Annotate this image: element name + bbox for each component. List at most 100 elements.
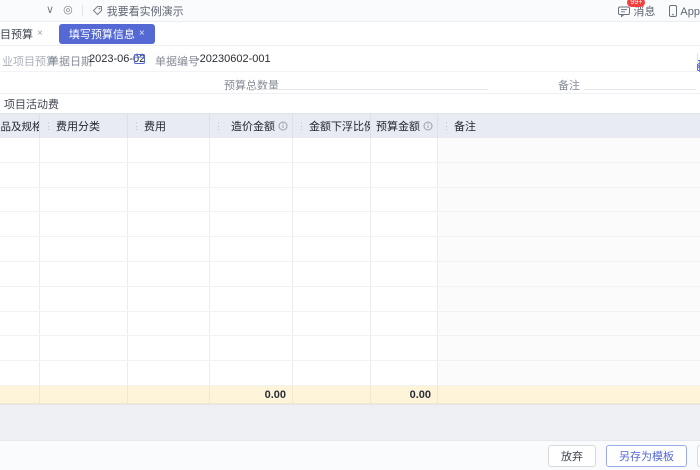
- table-cell[interactable]: [40, 312, 128, 336]
- table-cell[interactable]: [438, 188, 700, 212]
- target-icon[interactable]: ◎: [63, 5, 73, 16]
- column-header-budget-amount[interactable]: ⋮ 预算金额: [371, 114, 438, 138]
- table-cell[interactable]: [438, 237, 700, 261]
- number-value[interactable]: -20230602-001: [196, 53, 271, 65]
- chevron-down-icon[interactable]: ∨: [46, 5, 54, 16]
- table-cell[interactable]: [438, 163, 700, 187]
- table-cell[interactable]: [438, 312, 700, 336]
- table-cell[interactable]: [0, 262, 40, 286]
- table-cell[interactable]: [210, 237, 293, 261]
- table-cell[interactable]: [371, 138, 438, 162]
- drag-handle-icon[interactable]: ⋮: [214, 122, 223, 131]
- column-header-amount-float-ratio[interactable]: ⋮ 金额下浮比例...: [293, 114, 371, 138]
- table-cell[interactable]: [0, 336, 40, 360]
- table-cell[interactable]: [293, 138, 371, 162]
- table-cell[interactable]: [210, 138, 293, 162]
- table-cell[interactable]: [371, 237, 438, 261]
- column-header-cost-amount[interactable]: ⋮ 造价金额: [210, 114, 293, 138]
- drag-handle-icon[interactable]: ⋮: [132, 122, 141, 131]
- close-icon[interactable]: ×: [37, 28, 43, 39]
- table-cell[interactable]: [293, 262, 371, 286]
- table-cell[interactable]: [128, 312, 210, 336]
- table-row[interactable]: [0, 138, 700, 163]
- tab-fill-budget-info[interactable]: 填写预算信息 ×: [59, 24, 155, 44]
- table-cell[interactable]: [210, 188, 293, 212]
- table-cell[interactable]: [0, 138, 40, 162]
- table-row[interactable]: [0, 188, 700, 213]
- table-cell[interactable]: [293, 237, 371, 261]
- drag-handle-icon[interactable]: ⋮: [297, 122, 306, 131]
- save-as-template-button[interactable]: 另存为模板: [606, 445, 687, 467]
- column-header-expense-category[interactable]: ⋮ 费用分类: [40, 114, 128, 138]
- tab-project-budget[interactable]: 目预算 ×: [0, 26, 45, 42]
- table-cell[interactable]: [293, 163, 371, 187]
- table-cell[interactable]: [210, 212, 293, 236]
- table-cell[interactable]: [128, 262, 210, 286]
- table-cell[interactable]: [0, 237, 40, 261]
- table-cell[interactable]: [438, 138, 700, 162]
- table-row[interactable]: [0, 212, 700, 237]
- table-cell[interactable]: [371, 287, 438, 311]
- discard-button[interactable]: 放弃: [548, 445, 596, 467]
- table-cell[interactable]: [40, 287, 128, 311]
- table-cell[interactable]: [371, 188, 438, 212]
- table-cell[interactable]: [40, 237, 128, 261]
- table-cell[interactable]: [438, 287, 700, 311]
- table-cell[interactable]: [128, 212, 210, 236]
- remark-input[interactable]: [584, 74, 696, 90]
- table-cell[interactable]: [371, 212, 438, 236]
- table-cell[interactable]: [210, 312, 293, 336]
- table-cell[interactable]: [438, 262, 700, 286]
- calendar-icon[interactable]: [134, 53, 145, 64]
- table-cell[interactable]: [0, 287, 40, 311]
- table-cell[interactable]: [128, 237, 210, 261]
- drag-handle-icon[interactable]: ⋮: [44, 122, 53, 131]
- table-cell[interactable]: [0, 361, 40, 385]
- table-cell[interactable]: [128, 287, 210, 311]
- table-cell[interactable]: [371, 262, 438, 286]
- info-icon[interactable]: [278, 121, 288, 131]
- table-cell[interactable]: [210, 262, 293, 286]
- table-cell[interactable]: [293, 212, 371, 236]
- drag-handle-icon[interactable]: ⋮: [442, 122, 451, 131]
- table-cell[interactable]: [293, 287, 371, 311]
- table-cell[interactable]: [0, 188, 40, 212]
- table-cell[interactable]: [128, 361, 210, 385]
- messages-button[interactable]: 消息 99+: [618, 3, 655, 19]
- close-icon[interactable]: ×: [139, 28, 145, 39]
- table-row[interactable]: [0, 361, 700, 386]
- table-cell[interactable]: [128, 336, 210, 360]
- table-row[interactable]: [0, 287, 700, 312]
- table-cell[interactable]: [293, 188, 371, 212]
- table-cell[interactable]: [0, 163, 40, 187]
- table-cell[interactable]: [0, 212, 40, 236]
- table-cell[interactable]: [438, 361, 700, 385]
- table-cell[interactable]: [40, 336, 128, 360]
- table-cell[interactable]: [40, 188, 128, 212]
- table-cell[interactable]: [293, 361, 371, 385]
- table-cell[interactable]: [40, 212, 128, 236]
- table-cell[interactable]: [293, 336, 371, 360]
- table-cell[interactable]: [40, 361, 128, 385]
- table-row[interactable]: [0, 262, 700, 287]
- table-cell[interactable]: [128, 163, 210, 187]
- demo-link[interactable]: 我要看实例演示: [92, 3, 184, 19]
- table-cell[interactable]: [371, 163, 438, 187]
- table-cell[interactable]: [438, 336, 700, 360]
- app-download-button[interactable]: App下载: [669, 3, 700, 19]
- table-cell[interactable]: [0, 312, 40, 336]
- drag-handle-icon[interactable]: ⋮: [371, 122, 373, 131]
- column-header-product-spec[interactable]: 商品及规格: [0, 114, 40, 138]
- table-cell[interactable]: [210, 361, 293, 385]
- info-icon[interactable]: [423, 121, 433, 131]
- table-cell[interactable]: [371, 361, 438, 385]
- table-cell[interactable]: [210, 287, 293, 311]
- table-cell[interactable]: [128, 138, 210, 162]
- column-header-remark[interactable]: ⋮ 备注: [438, 114, 700, 138]
- total-quantity-input[interactable]: [260, 74, 488, 90]
- table-cell[interactable]: [210, 163, 293, 187]
- table-row[interactable]: [0, 312, 700, 337]
- table-cell[interactable]: [40, 262, 128, 286]
- table-cell[interactable]: [128, 188, 210, 212]
- table-cell[interactable]: [210, 336, 293, 360]
